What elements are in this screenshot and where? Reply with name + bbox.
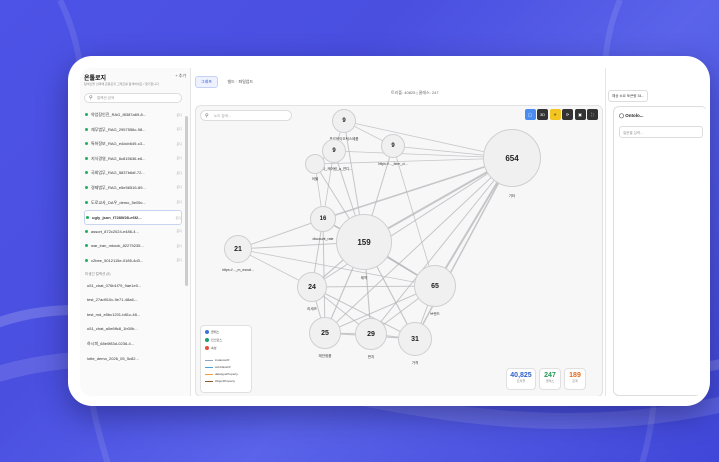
inactive-section-label: 미생긴 컬렉션 (8) bbox=[85, 271, 111, 276]
graph-node[interactable]: 31 bbox=[398, 322, 432, 356]
graph-node-label: discount_rate bbox=[312, 237, 334, 241]
sidebar-scrollbar[interactable] bbox=[185, 116, 188, 286]
status-dot-icon bbox=[85, 171, 88, 175]
collection-sidebar: 온톨로지 + 추가 탐색산을 선택해 온톨로지 그래프를 탐색하세요 / 열기합… bbox=[80, 68, 191, 396]
search-icon: ⚲ bbox=[89, 95, 93, 101]
graph-node-label: 브랜드 bbox=[430, 312, 440, 316]
graph-node-label: 리세즈 bbox=[307, 307, 317, 311]
status-dot-icon bbox=[85, 127, 88, 131]
status-dot-icon bbox=[85, 142, 88, 146]
graph-node[interactable]: 25 bbox=[309, 317, 341, 349]
inactive-collection-item[interactable]: lotte_demo_2026_05_5c82... bbox=[84, 352, 182, 367]
inactive-collection-item[interactable]: test_27ad910c-9e71-48a6-... bbox=[84, 293, 182, 308]
inactive-collection-item[interactable]: u51_chat_a0e6ffc8_1b00b... bbox=[84, 322, 182, 337]
graph-node[interactable]: 24 bbox=[297, 272, 327, 302]
collection-item[interactable]: v2bee_5012115e-0185-4d3... 온디 bbox=[84, 254, 182, 269]
graph-node-label: https://..._m_esnat... bbox=[222, 268, 254, 272]
status-dot-icon bbox=[85, 258, 88, 262]
legend-subclassof: subClassOf bbox=[205, 365, 231, 369]
graph-node-label: 판지 bbox=[367, 355, 375, 359]
add-collection-button[interactable]: + 추가 bbox=[175, 73, 186, 79]
sidebar-title: 온톨로지 bbox=[84, 76, 107, 82]
graph-node[interactable]: 29 bbox=[355, 318, 387, 350]
graph-stats: 트리플: 40825 | 클래스: 247 bbox=[391, 90, 439, 95]
graph-node[interactable]: 159 bbox=[336, 214, 392, 270]
graph-legend: 클래스 인스턴스 속성 instanceOf subClassOf dataty… bbox=[200, 325, 252, 393]
graph-canvas[interactable]: ⚲ 노드 검색... ◯ 3D ☀ ⟳ ▣ ⛶ 654 기타 159 제약 65 브랜드 31 가격 29… bbox=[195, 105, 603, 396]
collection-item[interactable]: 약업장인진_RAG_f8387a69-8... 온디 bbox=[84, 108, 182, 123]
collection-search-input[interactable]: ⚲ 컬렉션 검색 bbox=[84, 93, 182, 103]
graph-node-label: 제안정품 bbox=[318, 354, 332, 358]
relation-count-card: 189 관계 bbox=[564, 368, 586, 390]
legend-object-property: ObjectProperty bbox=[205, 379, 235, 383]
class-count-card: 247 클래스 bbox=[539, 368, 561, 390]
graph-node[interactable]: 9 bbox=[381, 134, 405, 158]
graph-node[interactable]: 9 bbox=[332, 109, 356, 133]
legend-property: 속성 bbox=[205, 346, 217, 351]
status-dot-icon bbox=[85, 244, 88, 248]
graph-edge bbox=[370, 157, 513, 335]
collection-item[interactable]: 경제법무_RAG_e5e56516-89... 온디 bbox=[84, 181, 182, 196]
tablet-frame: 온톨로지 + 추가 탐색산을 선택해 온톨로지 그래프를 탐색하세요 / 열기합… bbox=[68, 56, 710, 406]
inactive-collection-item[interactable]: test_md_e5bc1201-b81c-48... bbox=[84, 308, 182, 323]
graph-node[interactable]: 65 bbox=[414, 265, 456, 307]
graph-node[interactable]: 654 bbox=[483, 129, 541, 187]
graph-node[interactable]: 9 bbox=[322, 139, 346, 163]
app-screen: 온톨로지 + 추가 탐색산을 선택해 온톨로지 그래프를 탐색하세요 / 열기합… bbox=[80, 68, 706, 396]
legend-instanceof: instanceOf bbox=[205, 358, 229, 362]
collection-item[interactable]: 국회업무_RAG_5837b6df-72... 온디 bbox=[84, 166, 182, 181]
collection-search-placeholder: 컬렉션 검색 bbox=[97, 96, 115, 100]
graph-node-label: 기타 bbox=[508, 194, 516, 198]
status-dot-icon bbox=[85, 185, 88, 189]
collection-item[interactable]: war_iran_mkook_82275235... 온디 bbox=[84, 239, 182, 254]
status-dot-icon bbox=[85, 113, 88, 116]
legend-class: 클래스 bbox=[205, 330, 219, 335]
collection-item[interactable]: assort_872c2024-e486-4... 온디 bbox=[84, 225, 182, 240]
tab-build[interactable]: 빌드 · 파일업드 bbox=[223, 77, 259, 87]
tab-graph[interactable]: 그래프 bbox=[195, 76, 219, 88]
ontology-chat-title: ◯ Ontolo... bbox=[619, 113, 644, 118]
status-dot-icon bbox=[85, 156, 88, 160]
token-cost-badge: 예상 소요 토큰량 34... bbox=[608, 90, 649, 102]
ontology-chat-box: ◯ Ontolo... 질문을 입력... bbox=[613, 106, 706, 396]
legend-instance: 인스턴스 bbox=[205, 338, 222, 343]
graph-node-label: 어불 bbox=[311, 177, 319, 181]
status-dot-icon bbox=[86, 216, 89, 220]
inactive-collection-item[interactable]: u51_chat_076b1f79_9ae1e0... bbox=[84, 279, 182, 294]
status-dot-icon bbox=[85, 229, 88, 233]
collection-item-active[interactable]: ugly_json_f7280f28-e6f2... 온디 bbox=[84, 210, 182, 225]
inactive-collection-item[interactable]: 하시피_68e0f83d-0236-4... bbox=[84, 337, 182, 352]
ontology-chat-panel: 예상 소요 토큰량 34... ◯ Ontolo... 질문을 입력... bbox=[605, 68, 706, 396]
collection-item[interactable]: 특허정보_RAG_e4dcb649-c3... 온디 bbox=[84, 137, 182, 152]
collection-item[interactable]: 지식경영_RAG_6c815636-e6... 온디 bbox=[84, 152, 182, 167]
graph-node-label: 가격 bbox=[411, 361, 419, 365]
status-dot-icon bbox=[85, 200, 88, 204]
chat-input[interactable]: 질문을 입력... bbox=[619, 126, 703, 138]
graph-node-label: https://..._item_ci... bbox=[378, 162, 408, 166]
triple-count-card: 40,825 트리플 bbox=[506, 368, 536, 390]
stat-cards: 40,825 트리플 247 클래스 189 관계 bbox=[503, 368, 586, 390]
collection-item[interactable]: 도로교사_DA우_demo_5e05c... 온디 bbox=[84, 196, 182, 211]
graph-node[interactable] bbox=[305, 154, 325, 174]
collection-list: 약업장인진_RAG_f8387a69-8... 온디 재무법무_RAG_29575… bbox=[84, 108, 182, 366]
legend-datatype-property: datatypeProperty bbox=[205, 372, 238, 376]
view-tabs: 그래프 빌드 · 파일업드 bbox=[195, 70, 258, 88]
collection-item[interactable]: 재무법무_RAG_2957556c-98... 온디 bbox=[84, 123, 182, 138]
sidebar-description: 탐색산을 선택해 온톨로지 그래프를 탐색하세요 / 열기합니다 bbox=[84, 82, 159, 86]
graph-node[interactable]: 21 bbox=[224, 235, 252, 263]
graph-node-label: 제약 bbox=[360, 276, 368, 280]
main-panel: 그래프 빌드 · 파일업드 트리플: 40825 | 클래스: 247 ⚲ 노드… bbox=[191, 68, 603, 396]
graph-node[interactable]: 16 bbox=[310, 206, 336, 232]
